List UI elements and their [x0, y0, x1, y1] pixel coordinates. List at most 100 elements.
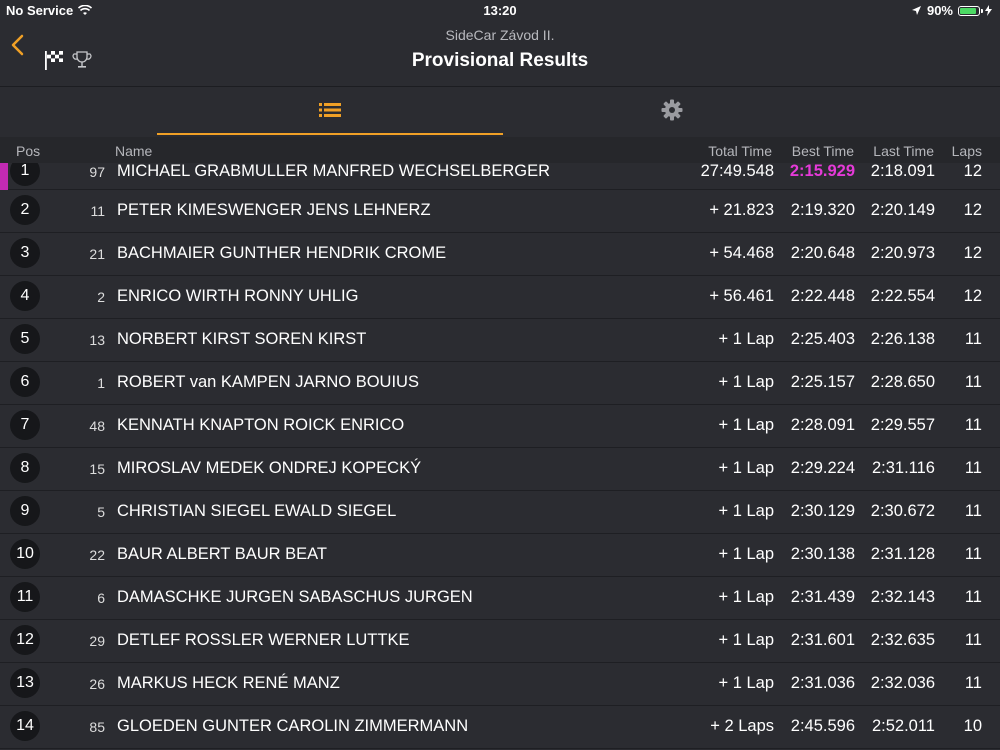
table-row[interactable]: 2 11 PETER KIMESWENGER JENS LEHNERZ + 21.82… — [0, 190, 1000, 233]
total-time: + 54.468 — [709, 244, 774, 262]
location-arrow-icon — [911, 6, 921, 15]
table-row[interactable]: 9 5 CHRISTIAN SIEGEL EWALD SIEGEL + 1 Lap 2:… — [0, 491, 1000, 534]
racer-name: MIROSLAV MEDEK ONDREJ KOPECKÝ — [117, 459, 422, 477]
position-cell: 7 — [10, 410, 40, 440]
laps-count: 11 — [964, 416, 982, 434]
table-row[interactable]: 5 13 NORBERT KIRST SOREN KIRST + 1 Lap 2:25.… — [0, 319, 1000, 362]
results-table[interactable]: 1 97 MICHAEL GRABMULLER MANFRED WECHSELBER… — [0, 163, 1000, 750]
charging-bolt-icon — [985, 5, 992, 16]
position-cell: 11 — [10, 582, 40, 612]
last-time: 2:18.091 — [870, 163, 935, 180]
table-row[interactable]: 14 85 GLOEDEN GUNTER CAROLIN ZIMMERMANN + 2… — [0, 706, 1000, 749]
position-cell: 13 — [10, 668, 40, 698]
last-time: 2:52.011 — [871, 717, 935, 735]
tab-settings[interactable] — [503, 87, 840, 133]
tab-bar — [0, 87, 1000, 135]
list-icon — [319, 103, 341, 117]
last-time: 2:31.116 — [871, 459, 935, 477]
col-name[interactable]: Name — [115, 143, 152, 159]
last-time: 2:29.557 — [870, 416, 935, 434]
col-total-time[interactable]: Total Time — [708, 143, 772, 159]
racer-number: 21 — [89, 246, 105, 262]
last-time: 2:30.672 — [870, 502, 935, 520]
position-cell: 14 — [10, 711, 40, 741]
racer-number: 1 — [97, 375, 105, 391]
laps-count: 12 — [963, 201, 982, 219]
table-row[interactable]: 7 48 KENNATH KNAPTON ROICK ENRICO + 1 Lap 2:… — [0, 405, 1000, 448]
position-cell: 1 — [10, 163, 40, 186]
racer-name: MARKUS HECK RENÉ MANZ — [117, 674, 340, 692]
best-time: 2:20.648 — [790, 244, 855, 262]
best-time: 2:15.929 — [789, 163, 855, 180]
laps-count: 11 — [964, 459, 982, 477]
racer-number: 11 — [90, 203, 105, 219]
racer-name: NORBERT KIRST SOREN KIRST — [117, 330, 367, 348]
racer-name: BACHMAIER GUNTHER HENDRIK CROME — [117, 244, 447, 262]
laps-count: 11 — [964, 502, 982, 520]
last-time: 2:32.036 — [870, 674, 935, 692]
racer-number: 2 — [97, 289, 105, 305]
col-last-time[interactable]: Last Time — [873, 143, 934, 159]
table-row[interactable]: 12 29 DETLEF ROSSLER WERNER LUTTKE + 1 Lap 2… — [0, 620, 1000, 663]
table-row[interactable]: 3 21 BACHMAIER GUNTHER HENDRIK CROME + 54.4… — [0, 233, 1000, 276]
table-row[interactable]: 8 15 MIROSLAV MEDEK ONDREJ KOPECKÝ + 1 Lap 2… — [0, 448, 1000, 491]
col-laps[interactable]: Laps — [952, 143, 982, 159]
total-time: + 2 Laps — [710, 717, 774, 735]
best-time: 2:28.091 — [790, 416, 855, 434]
col-pos[interactable]: Pos — [16, 143, 40, 159]
total-time: + 1 Lap — [718, 330, 774, 348]
results-column-header: Pos Name Total Time Best Time Last Time … — [0, 137, 1000, 163]
racer-number: 22 — [89, 547, 105, 563]
best-time: 2:25.157 — [790, 373, 855, 391]
table-row[interactable]: 1 97 MICHAEL GRABMULLER MANFRED WECHSELBER… — [0, 163, 1000, 190]
gear-icon — [661, 99, 682, 121]
clock: 13:20 — [483, 3, 517, 18]
total-time: + 1 Lap — [718, 631, 774, 649]
best-time: 2:22.448 — [790, 287, 855, 305]
position-cell: 10 — [10, 539, 40, 569]
racer-number: 85 — [89, 719, 105, 735]
navigation-bar: SideCar Závod II. Provisional Results — [0, 20, 1000, 87]
status-bar: No Service 13:20 90% — [0, 0, 1000, 20]
page-title: Provisional Results — [411, 50, 589, 71]
best-time: 2:19.320 — [790, 201, 855, 219]
laps-count: 12 — [963, 244, 982, 262]
racer-name: GLOEDEN GUNTER CAROLIN ZIMMERMANN — [117, 717, 469, 735]
table-row[interactable]: 11 6 DAMASCHKE JURGEN SABASCHUS JURGEN + 1 … — [0, 577, 1000, 620]
table-row[interactable]: 4 2 ENRICO WIRTH RONNY UHLIG + 56.461 2:22.4… — [0, 276, 1000, 319]
total-time: + 21.823 — [709, 201, 774, 219]
racer-name: CHRISTIAN SIEGEL EWALD SIEGEL — [117, 502, 397, 520]
battery-group: 90% — [911, 3, 992, 18]
col-best-time[interactable]: Best Time — [792, 143, 854, 159]
battery-icon — [958, 5, 983, 16]
table-row[interactable]: 6 1 ROBERT van KAMPEN JARNO BOUIUS + 1 Lap 2… — [0, 362, 1000, 405]
last-time: 2:20.973 — [870, 244, 935, 262]
total-time: + 1 Lap — [718, 674, 774, 692]
total-time: 27:49.548 — [700, 163, 774, 180]
last-time: 2:32.143 — [870, 588, 935, 606]
event-subtitle: SideCar Závod II. — [445, 27, 555, 43]
position-cell: 2 — [10, 195, 40, 225]
racer-name: ENRICO WIRTH RONNY UHLIG — [117, 287, 359, 305]
best-time: 2:30.129 — [790, 502, 855, 520]
racer-name: DETLEF ROSSLER WERNER LUTTKE — [117, 631, 410, 649]
last-time: 2:28.650 — [870, 373, 935, 391]
total-time: + 56.461 — [709, 287, 774, 305]
racer-name: DAMASCHKE JURGEN SABASCHUS JURGEN — [117, 588, 473, 606]
last-time: 2:31.128 — [870, 545, 935, 563]
laps-count: 11 — [964, 674, 982, 692]
tab-results-list[interactable] — [157, 87, 503, 135]
last-time: 2:32.635 — [870, 631, 935, 649]
best-time: 2:30.138 — [790, 545, 855, 563]
table-row[interactable]: 13 26 MARKUS HECK RENÉ MANZ + 1 Lap 2:31.036… — [0, 663, 1000, 706]
racer-number: 97 — [89, 164, 105, 180]
racer-number: 29 — [89, 633, 105, 649]
best-time: 2:29.224 — [790, 459, 855, 477]
total-time: + 1 Lap — [718, 459, 774, 477]
racer-number: 5 — [97, 504, 105, 520]
total-time: + 1 Lap — [718, 545, 774, 563]
table-row[interactable]: 10 22 BAUR ALBERT BAUR BEAT + 1 Lap 2:30.138… — [0, 534, 1000, 577]
last-time: 2:22.554 — [870, 287, 935, 305]
total-time: + 1 Lap — [718, 416, 774, 434]
best-time: 2:31.601 — [790, 631, 855, 649]
